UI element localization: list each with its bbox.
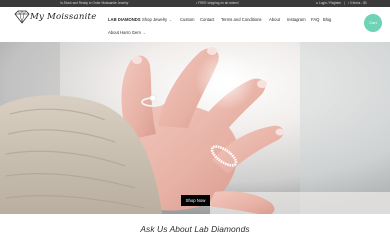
cart-summary-link[interactable]: 0 items - $0 (350, 1, 367, 5)
truck-icon: ▪ (196, 1, 198, 5)
nav-item-contact[interactable]: Contact (200, 17, 214, 22)
chevron-down-icon: ⌄ (169, 18, 172, 22)
instock-message: In-Stock and Ready to Order Moissanite J… (60, 1, 129, 5)
nav-item-about[interactable]: About (269, 17, 280, 22)
hero-hand-rings-image (0, 42, 390, 214)
nav-label-about-harro-gem: About Harro Gem (108, 30, 141, 35)
account-links: ●Login / Register | ▪0 items - $0 (316, 1, 367, 5)
nav-label-shop-jewelry: Shop Jewelry (142, 17, 168, 22)
logo-wordmark: My Moissanite (30, 12, 97, 22)
cart-icon: ▪ (347, 1, 350, 5)
nav-item-lab-diamonds[interactable]: LAB DIAMONDS (108, 17, 141, 22)
top-announcement-bar: In-Stock and Ready to Order Moissanite J… (0, 0, 390, 7)
nav-item-faq[interactable]: FAQ (311, 17, 319, 22)
site-header: My Moissanite LAB DIAMONDS Shop Jewelry ⌄… (0, 7, 390, 40)
hero-banner: Shop Now (0, 42, 390, 214)
cart-bubble-button[interactable]: Cart (364, 14, 382, 32)
chevron-down-icon: ⌄ (142, 31, 146, 35)
site-logo[interactable]: My Moissanite (14, 10, 104, 30)
shipping-text: FREE shipping on all orders! (198, 1, 239, 5)
nav-item-blog[interactable]: Blog (323, 17, 331, 22)
user-icon: ● (316, 1, 318, 5)
shop-now-button[interactable]: Shop Now (181, 195, 210, 206)
nav-item-about-harro-gem[interactable]: About Harro Gem ⌄ (108, 30, 146, 35)
nav-item-custom[interactable]: Custom (180, 17, 194, 22)
login-register-link[interactable]: Login / Register (319, 1, 341, 5)
shipping-message: ▪FREE shipping on all orders! (196, 0, 239, 7)
nav-item-terms[interactable]: Terms and Conditions (221, 17, 262, 22)
section-heading: Ask Us About Lab Diamonds (140, 224, 250, 234)
diamond-logo-icon (14, 10, 30, 24)
nav-item-shop-jewelry[interactable]: Shop Jewelry ⌄ (142, 17, 172, 22)
nav-item-instagram[interactable]: Instagram (287, 17, 306, 22)
